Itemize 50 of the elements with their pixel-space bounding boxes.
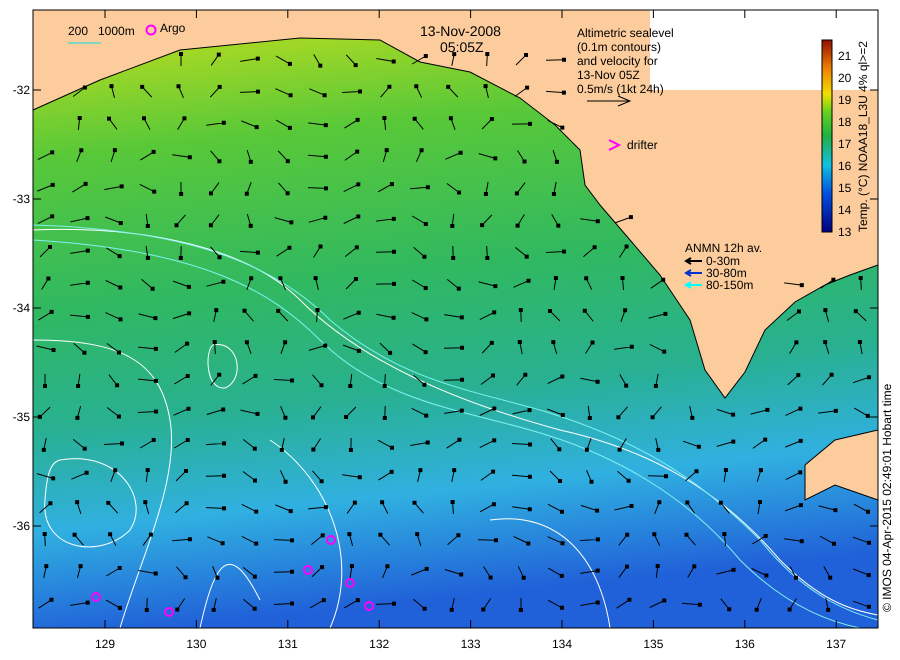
- argo-float-marker: [345, 578, 355, 588]
- axis-tick-label: 133: [460, 638, 482, 650]
- colorbar-tick-label: 14: [838, 204, 852, 216]
- velocity-scale-arrow: [586, 96, 632, 106]
- note-line: and velocity for: [577, 54, 659, 68]
- axis-tick-label: -34: [12, 302, 30, 314]
- colorbar-tick-label: 13: [838, 226, 852, 238]
- axis-tick-label: -32: [12, 84, 30, 96]
- argo-float-marker: [364, 601, 374, 611]
- note-line: (0.1m contours): [577, 40, 662, 54]
- axis-tick-label: 131: [276, 638, 299, 650]
- colorbar-tick-label: 17: [838, 138, 852, 150]
- legend-label: Argo: [160, 22, 186, 34]
- axis-tick-label: 136: [734, 638, 756, 650]
- note-line: 13-Nov 05Z: [577, 68, 641, 82]
- legend-label: 30-80m: [706, 267, 747, 279]
- legend-label: drifter: [627, 139, 658, 151]
- scale-label: 200: [68, 25, 88, 37]
- argo-float-marker: [91, 592, 101, 602]
- argo-float-marker: [303, 565, 313, 575]
- axis-tick-label: -33: [12, 193, 30, 205]
- drifter-icon: [608, 139, 622, 151]
- note-line: Altimetric sealevel: [577, 26, 674, 40]
- axis-tick-label: 130: [185, 638, 208, 650]
- colorbar-tick-label: 16: [838, 160, 852, 172]
- argo-legend-icon: [146, 24, 156, 36]
- colorbar-title: Temp. (°C) NOAA18_L3U 4% ql>=2: [857, 41, 869, 232]
- axis-tick-label: -35: [12, 411, 30, 423]
- note-line: 0.5m/s (1kt 24h): [577, 82, 665, 96]
- scale-label: 1000m: [98, 25, 135, 37]
- map-date: 13-Nov-2008: [420, 24, 501, 38]
- axis-tick-label: -36: [12, 520, 30, 532]
- depth-line-sample: [68, 42, 102, 44]
- copyright-credit: © IMOS 04-Apr-2015 02:49:01 Hobart time: [881, 384, 893, 612]
- colorbar-tick-label: 21: [838, 50, 852, 62]
- legend-title: ANMN 12h av.: [685, 242, 762, 254]
- colorbar-tick-label: 20: [838, 72, 852, 84]
- axis-tick-label: 137: [825, 638, 848, 650]
- map-time: 05:05Z: [440, 40, 484, 54]
- argo-float-marker: [164, 607, 174, 617]
- colorbar-tick-label: 18: [838, 116, 852, 128]
- legend-label: 80-150m: [706, 279, 754, 291]
- axis-tick-label: 129: [94, 638, 116, 650]
- legend-label: 0-30m: [706, 255, 740, 267]
- argo-float-marker: [326, 535, 336, 545]
- colorbar-tick-label: 19: [838, 94, 852, 106]
- axis-tick-label: 132: [368, 638, 390, 650]
- axis-tick-label: 134: [550, 638, 574, 650]
- colorbar-tick-label: 15: [838, 182, 852, 194]
- axis-tick-label: 135: [642, 638, 664, 650]
